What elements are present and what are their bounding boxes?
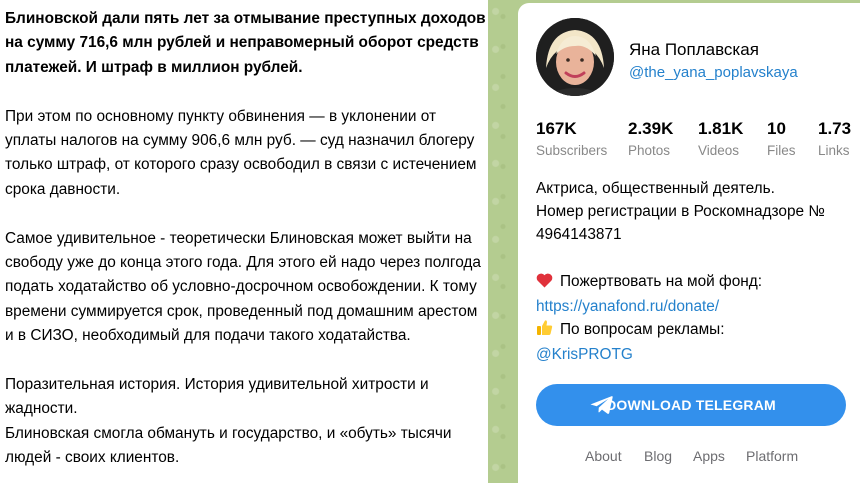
footer-links: About Blog Apps Platform: [0, 448, 860, 468]
stat-label: Files: [767, 143, 796, 158]
stat-label: Links: [818, 143, 850, 158]
channel-name: Яна Поплавская: [629, 40, 759, 59]
stat-label: Videos: [698, 143, 740, 158]
download-telegram-button[interactable]: DOWNLOAD TELEGRAM: [536, 384, 846, 426]
stat-files[interactable]: 10 Files: [767, 118, 796, 161]
stat-value: 2.39K: [628, 119, 674, 138]
ads-link[interactable]: @KrisPROTG: [536, 343, 856, 366]
post-body: Блиновской дали пять лет за отмывание пр…: [0, 0, 488, 483]
post-paragraph: Самое удивительное - теоретически Блинов…: [5, 229, 481, 345]
channel-stats: 167K Subscribers 2.39K Photos 1.81K Vide…: [0, 118, 860, 168]
stat-label: Photos: [628, 143, 671, 158]
stat-value: 1.81K: [698, 119, 744, 138]
channel-description: Актриса, общественный деятель. Номер рег…: [536, 177, 856, 366]
footer-link-apps[interactable]: Apps: [693, 448, 725, 464]
thumbs-up-icon: [536, 319, 554, 343]
footer-link-blog[interactable]: Blog: [644, 448, 672, 464]
footer-link-platform[interactable]: Platform: [746, 448, 798, 464]
stat-value: 167K: [536, 119, 577, 138]
stat-links[interactable]: 1.73 Links: [818, 118, 851, 161]
stat-subscribers: 167K Subscribers: [536, 118, 607, 161]
donate-text: Пожертвовать на мой фонд:: [560, 272, 763, 290]
stat-photos[interactable]: 2.39K Photos: [628, 118, 673, 161]
donate-link[interactable]: https://yanafond.ru/donate/: [536, 295, 856, 318]
stat-label: Subscribers: [536, 143, 608, 158]
footer-link-about[interactable]: About: [585, 448, 622, 464]
heart-icon: [536, 272, 554, 295]
description-line: Номер регистрации в Роскомнадзоре №: [536, 203, 825, 221]
post-headline: Блиновской дали пять лет за отмывание пр…: [5, 10, 486, 76]
post-paragraph: Поразительная история. История удивитель…: [5, 376, 429, 418]
channel-avatar[interactable]: [536, 18, 614, 96]
ads-text: По вопросам рекламы:: [560, 321, 725, 339]
download-label: DOWNLOAD TELEGRAM: [606, 397, 776, 413]
donate-line: Пожертвовать на мой фонд:: [536, 270, 856, 295]
stat-videos[interactable]: 1.81K Videos: [698, 118, 743, 161]
channel-handle[interactable]: @the_yana_poplavskaya: [629, 64, 798, 81]
telegram-plane-icon: [590, 395, 614, 418]
ads-line: По вопросам рекламы:: [536, 318, 856, 343]
stat-value: 10: [767, 119, 786, 138]
description-line: Актриса, общественный деятель.: [536, 180, 775, 197]
description-line: 4964143871: [536, 226, 622, 244]
stat-value: 1.73: [818, 119, 852, 138]
